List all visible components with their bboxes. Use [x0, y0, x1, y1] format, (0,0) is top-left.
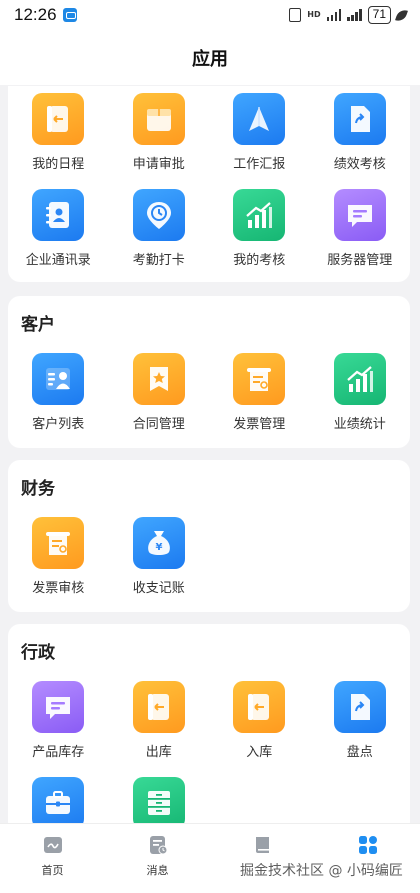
app-stock-out[interactable]: 出库	[109, 681, 210, 777]
app-my-assessment[interactable]: 我的考核	[209, 189, 310, 285]
section-title: 财务	[21, 479, 55, 499]
app-label: 客户列表	[32, 417, 85, 432]
invoice-icon	[233, 353, 286, 405]
page-title: 应用	[192, 48, 228, 70]
app-label: 我的日程	[32, 157, 85, 172]
app-work-report[interactable]: 工作汇报	[209, 93, 310, 189]
document-share-icon	[333, 93, 386, 145]
card-finance: 财务 发票审核 ¥ 收支记账	[8, 460, 410, 612]
notification-app-icon	[62, 8, 77, 22]
app-label: 申请审批	[132, 157, 185, 172]
signal-icon-2	[347, 9, 362, 21]
customer-list-icon	[32, 353, 85, 405]
app-label: 发票管理	[233, 417, 286, 432]
status-bar: 12:26 HD 71	[0, 0, 420, 30]
leaf-icon	[395, 7, 408, 23]
chat-bubble-icon	[333, 189, 386, 241]
app-customer-list[interactable]: 客户列表	[8, 353, 109, 449]
battery-indicator: 71	[367, 6, 391, 24]
app-attendance[interactable]: 考勤打卡	[109, 189, 210, 285]
app-contract-management[interactable]: 合同管理	[109, 353, 210, 449]
status-indicators: HD 71	[289, 6, 408, 24]
vibrate-icon	[289, 8, 302, 22]
app-label: 入库	[246, 745, 273, 760]
clock-location-icon	[132, 189, 185, 241]
home-icon	[43, 837, 62, 853]
app-label: 收支记账	[132, 581, 185, 596]
hd-icon: HD	[307, 10, 321, 19]
grid-customer: 客户列表 合同管理 发票管理 业绩统计	[8, 353, 410, 449]
app-bookkeeping[interactable]: ¥ 收支记账	[109, 517, 210, 613]
apps-grid-icon	[358, 836, 377, 854]
card-customer: 客户 客户列表 合同管理 发票管理 业绩统计	[8, 296, 410, 448]
app-stock-in[interactable]: 入库	[209, 681, 310, 777]
contact-book-icon	[32, 189, 85, 241]
book-icon	[255, 837, 269, 853]
tab-home[interactable]: 首页	[0, 824, 105, 893]
app-label: 企业通讯录	[25, 253, 91, 268]
growth-chart-icon	[233, 189, 286, 241]
svg-text:¥: ¥	[155, 542, 162, 553]
tab-messages[interactable]: 消息	[105, 824, 210, 893]
app-my-schedule[interactable]: 我的日程	[8, 93, 109, 189]
section-title: 客户	[21, 315, 55, 335]
app-label: 业绩统计	[333, 417, 386, 432]
grid-finance: 发票审核 ¥ 收支记账	[8, 517, 410, 613]
chat-bubble-icon	[32, 681, 85, 733]
app-label: 盘点	[346, 745, 373, 760]
app-contacts[interactable]: 企业通讯录	[8, 189, 109, 285]
app-label: 产品库存	[32, 745, 85, 760]
stock-in-icon	[233, 681, 286, 733]
app-invoice-review[interactable]: 发票审核	[8, 517, 109, 613]
money-bag-icon: ¥	[132, 517, 185, 569]
app-invoice-management[interactable]: 发票管理	[209, 353, 310, 449]
app-performance[interactable]: 绩效考核	[310, 93, 411, 189]
bottom-tab-bar: 首页 消息	[0, 823, 420, 893]
status-time: 12:26	[14, 5, 57, 24]
app-label: 服务器管理	[327, 253, 393, 268]
app-label: 工作汇报	[233, 157, 286, 172]
tab-apps[interactable]	[315, 824, 420, 893]
app-label: 出库	[145, 745, 172, 760]
paper-plane-icon	[233, 93, 286, 145]
tab-label: 消息	[146, 864, 169, 877]
stock-out-icon	[132, 681, 185, 733]
growth-chart-icon	[333, 353, 386, 405]
calendar-book-icon	[32, 93, 85, 145]
section-title: 行政	[21, 643, 55, 663]
app-performance-stats[interactable]: 业绩统计	[310, 353, 411, 449]
app-inventory-check[interactable]: 盘点	[310, 681, 411, 777]
tab-books[interactable]	[210, 824, 315, 893]
app-server-management[interactable]: 服务器管理	[310, 189, 411, 285]
cabinet-icon	[132, 777, 185, 829]
watermark: 掘金技术社区 @ 小码编匠	[240, 863, 403, 879]
message-icon	[149, 836, 167, 855]
card-general: 我的日程 申请审批 工作汇报 绩效考核 企业通讯录 考勤打卡 我的考核 服务器管…	[8, 86, 410, 282]
app-label: 考勤打卡	[132, 253, 185, 268]
grid-general: 我的日程 申请审批 工作汇报 绩效考核 企业通讯录 考勤打卡 我的考核 服务器管…	[8, 93, 410, 285]
card-admin: 行政 产品库存 出库 入库 盘点	[8, 624, 410, 834]
tab-label: 首页	[41, 864, 64, 877]
signal-icon	[326, 9, 342, 21]
app-label: 发票审核	[32, 581, 85, 596]
app-header: 应用	[0, 30, 420, 85]
app-label: 绩效考核	[333, 157, 386, 172]
app-label: 合同管理	[132, 417, 185, 432]
invoice-review-icon	[32, 517, 85, 569]
briefcase-icon	[32, 777, 85, 829]
approval-box-icon	[132, 93, 185, 145]
app-approval-request[interactable]: 申请审批	[109, 93, 210, 189]
contract-icon	[132, 353, 185, 405]
document-share-icon	[333, 681, 386, 733]
app-label: 我的考核	[233, 253, 286, 268]
app-product-stock[interactable]: 产品库存	[8, 681, 109, 777]
